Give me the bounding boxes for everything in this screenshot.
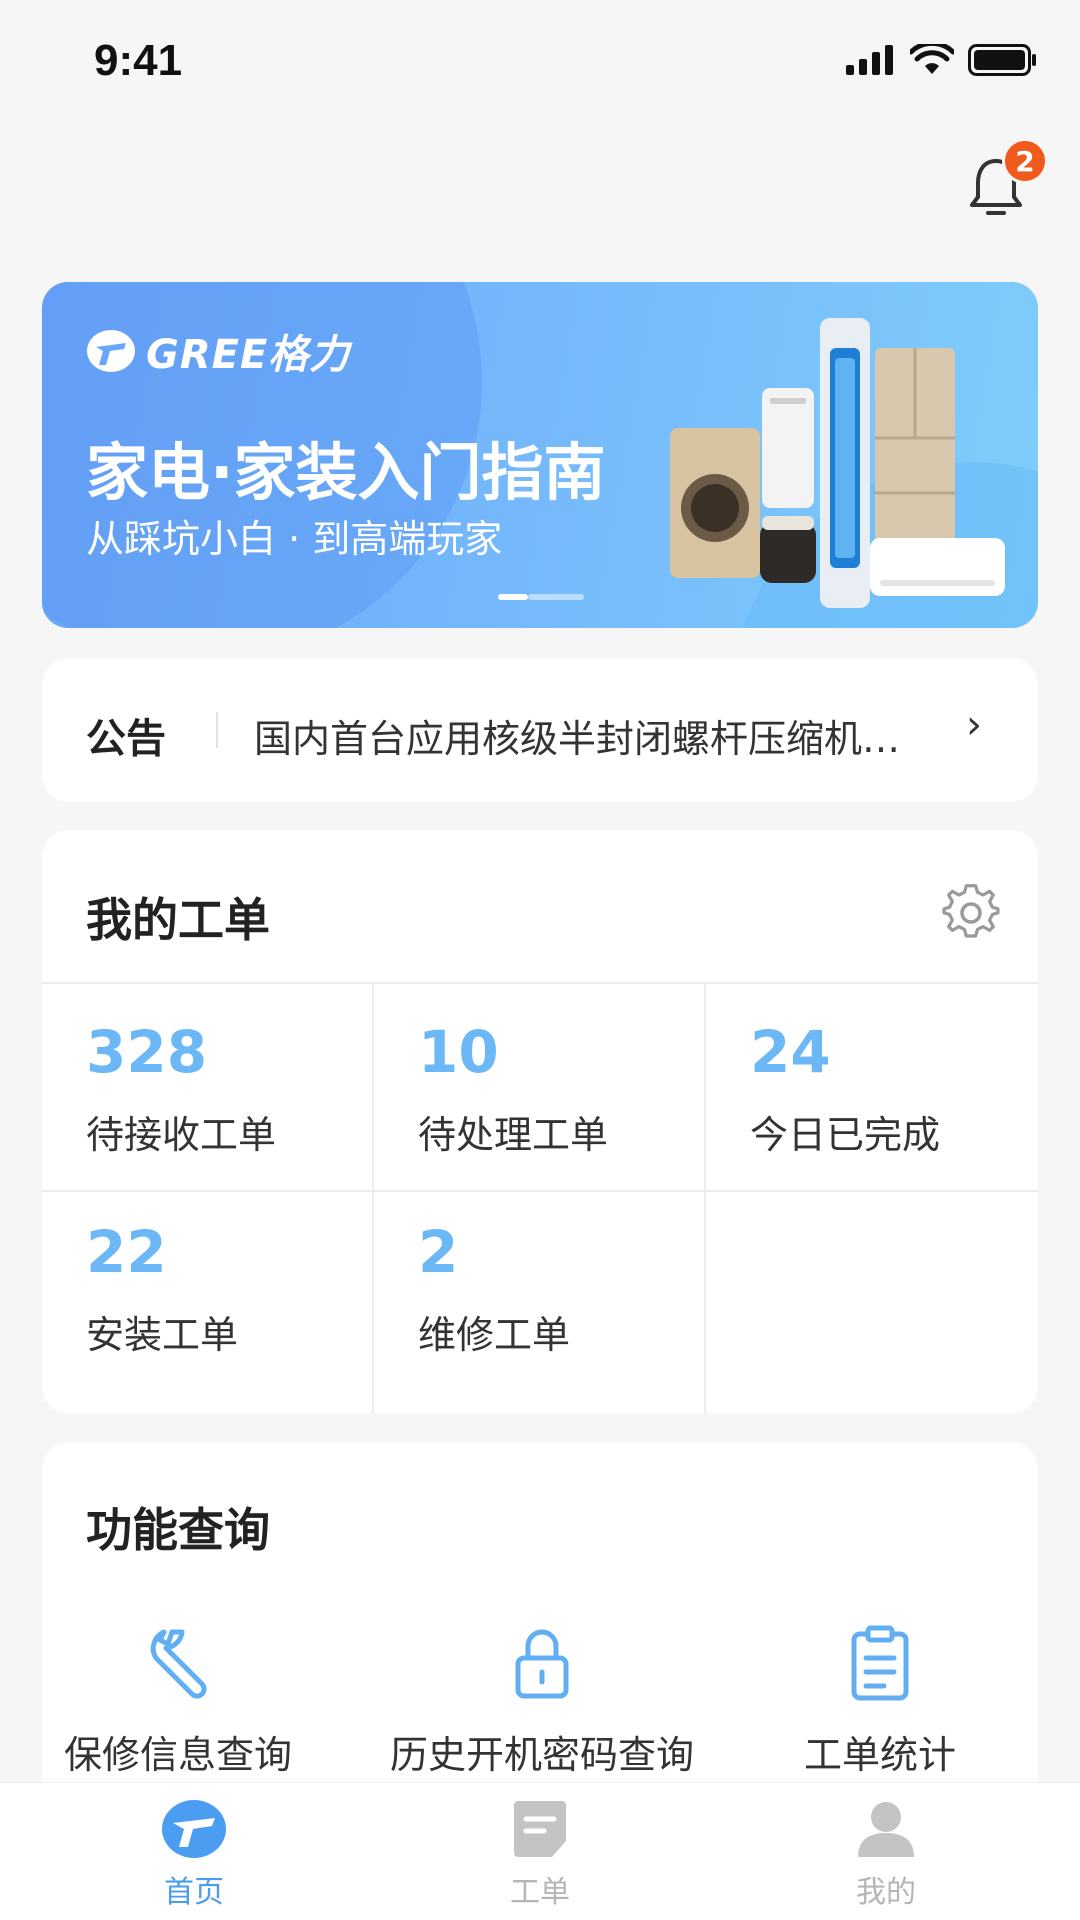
clipboard-icon: [851, 1625, 909, 1701]
tab-mine[interactable]: 我的: [806, 1799, 966, 1911]
feature-query-card: 功能查询 保修信息查询 历史开机密码查询 工单统计: [42, 1442, 1038, 1802]
empty-cell: [706, 1192, 1038, 1413]
lock-icon: [515, 1629, 569, 1699]
stat-pending-receive[interactable]: 328 待接收工单: [42, 984, 374, 1192]
bottom-tab-bar: 首页 工单 我的: [0, 1782, 1080, 1920]
tab-label: 我的: [856, 1875, 916, 1910]
feature-label: 历史开机密码查询: [389, 1733, 694, 1777]
stat-value: 22: [86, 1218, 167, 1286]
order-statistics-button[interactable]: 工单统计: [790, 1622, 970, 1779]
orders-stats-grid: 328 待接收工单 10 待处理工单 24 今日已完成 22 安装工单 2 维修…: [42, 982, 1038, 1413]
divider: [216, 712, 218, 748]
feature-label: 保修信息查询: [64, 1733, 293, 1777]
gear-icon[interactable]: [942, 884, 1000, 942]
stat-value: 328: [86, 1018, 208, 1086]
status-time: 9:41: [94, 36, 183, 85]
gree-logo: GREE格力: [86, 322, 350, 380]
brand-name: GREE格力: [146, 332, 351, 378]
announcement-bar[interactable]: 公告 国内首台应用核级半封闭螺杆压缩机… ›: [42, 658, 1038, 802]
banner-title: 家电·家装入门指南: [86, 436, 606, 509]
gree-logo-icon: [87, 330, 135, 372]
stat-label: 待处理工单: [418, 1113, 609, 1157]
stat-label: 维修工单: [418, 1313, 571, 1357]
wifi-icon: [910, 44, 954, 74]
tab-orders[interactable]: 工单: [460, 1799, 620, 1911]
section-title: 功能查询: [86, 1503, 270, 1557]
pagination-track: [528, 594, 584, 600]
tab-label: 首页: [164, 1875, 224, 1910]
announcement-label: 公告: [86, 716, 166, 762]
stat-value: 10: [418, 1018, 499, 1086]
tab-label: 工单: [510, 1875, 570, 1910]
banner-pagination: [498, 594, 584, 600]
stat-install-orders[interactable]: 22 安装工单: [42, 1192, 374, 1413]
status-icons: [846, 44, 1038, 76]
tab-home[interactable]: 首页: [114, 1799, 274, 1911]
announcement-text: 国内首台应用核级半封闭螺杆压缩机…: [254, 717, 901, 761]
stat-value: 2: [418, 1218, 459, 1286]
wrench-icon: [150, 1629, 207, 1699]
history-password-query-button[interactable]: 历史开机密码查询: [382, 1622, 702, 1779]
stat-label: 安装工单: [86, 1313, 239, 1357]
chevron-right-icon: ›: [966, 702, 982, 748]
stat-pending-process[interactable]: 10 待处理工单: [374, 984, 706, 1192]
stat-completed-today[interactable]: 24 今日已完成: [706, 984, 1038, 1192]
home-logo-icon: [162, 1800, 226, 1858]
promo-banner[interactable]: GREE格力 家电·家装入门指南 从踩坑小白 · 到高端玩家: [42, 282, 1038, 628]
battery-icon: [968, 44, 1036, 76]
pagination-dot-active: [498, 594, 528, 600]
stat-value: 24: [750, 1018, 831, 1086]
cellular-signal-icon: [846, 45, 893, 75]
stat-repair-orders[interactable]: 2 维修工单: [374, 1192, 706, 1413]
document-icon: [514, 1801, 566, 1857]
banner-subtitle: 从踩坑小白 · 到高端玩家: [86, 517, 503, 561]
stat-label: 今日已完成: [750, 1113, 941, 1157]
warranty-query-button[interactable]: 保修信息查询: [64, 1622, 292, 1779]
section-title: 我的工单: [86, 893, 270, 947]
my-orders-card: 我的工单 328 待接收工单 10 待处理工单 24 今日已完成 22 安装工单…: [42, 830, 1038, 1413]
notification-badge: 2: [1002, 138, 1048, 184]
stat-label: 待接收工单: [86, 1113, 277, 1157]
user-icon: [858, 1802, 914, 1857]
status-bar: 9:41: [0, 0, 1080, 120]
appliances-illustration: [670, 318, 1005, 608]
feature-label: 工单统计: [803, 1733, 956, 1777]
